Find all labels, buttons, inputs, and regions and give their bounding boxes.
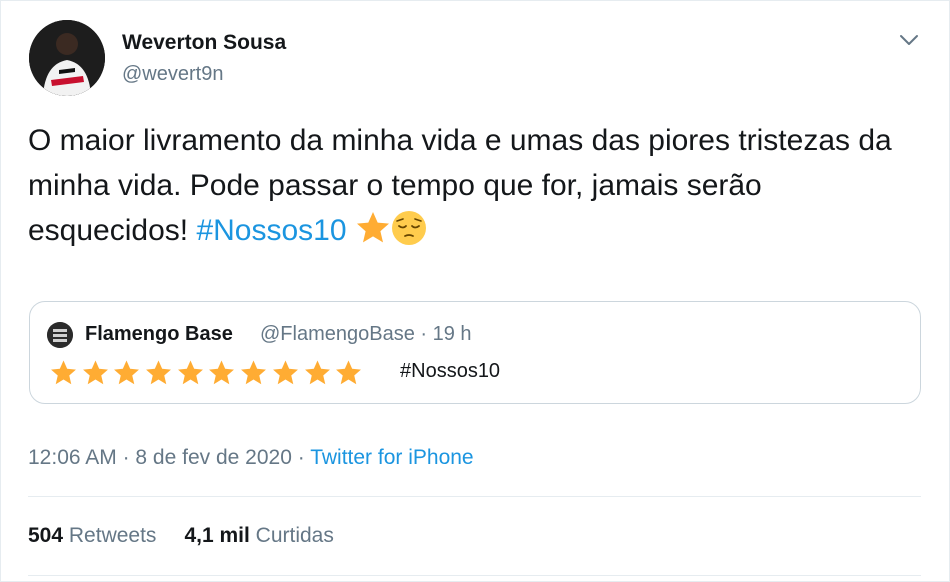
likes-label: Curtidas bbox=[255, 524, 334, 547]
quoted-tweet[interactable]: Flamengo Base @FlamengoBase · 19 h #Noss… bbox=[29, 301, 921, 404]
star-emoji-icon bbox=[355, 210, 391, 246]
chevron-down-icon[interactable] bbox=[896, 29, 922, 51]
tweet-meta: 12:06 AM · 8 de fev de 2020 · Twitter fo… bbox=[28, 446, 474, 470]
author-name[interactable]: Weverton Sousa bbox=[122, 31, 286, 55]
retweets-label: Retweets bbox=[68, 524, 157, 547]
star-emoji-icon bbox=[51, 360, 76, 385]
author-avatar[interactable] bbox=[29, 20, 105, 96]
pensive-face-emoji-icon bbox=[391, 210, 427, 246]
star-emoji-icon bbox=[177, 360, 203, 385]
tweet-card: Weverton Sousa @wevert9n O maior livrame… bbox=[0, 0, 950, 582]
quoted-hashtag: #Nossos10 bbox=[400, 360, 501, 382]
retweets-stat[interactable]: 504 Retweets bbox=[28, 524, 156, 547]
star-emoji-icon bbox=[272, 360, 298, 385]
tweet-date[interactable]: 8 de fev de 2020 bbox=[135, 446, 291, 469]
tweet-source-link[interactable]: Twitter for iPhone bbox=[310, 446, 473, 469]
star-emoji-icon bbox=[209, 360, 235, 385]
tweet-text: O maior livramento da minha vida e umas … bbox=[28, 118, 928, 253]
tweet-hashtag-link[interactable]: #Nossos10 bbox=[196, 214, 346, 247]
quoted-star-emojis bbox=[48, 359, 365, 387]
likes-count: 4,1 mil bbox=[184, 524, 250, 547]
star-emoji-icon bbox=[82, 360, 108, 385]
quoted-author-meta: @FlamengoBase · 19 h bbox=[260, 323, 472, 346]
star-emoji-icon bbox=[146, 360, 172, 385]
likes-stat[interactable]: 4,1 mil Curtidas bbox=[184, 524, 333, 547]
divider bbox=[28, 496, 921, 497]
quoted-author-avatar[interactable] bbox=[47, 322, 73, 348]
tweet-stats: 504 Retweets 4,1 mil Curtidas bbox=[28, 524, 362, 548]
quoted-author-name: Flamengo Base bbox=[85, 323, 233, 345]
divider bbox=[28, 575, 921, 576]
star-emoji-icon bbox=[304, 360, 330, 385]
star-emoji-icon bbox=[336, 360, 362, 385]
quoted-tweet-time: 19 h bbox=[432, 323, 472, 345]
tweet-time[interactable]: 12:06 AM bbox=[28, 446, 117, 469]
retweets-count: 504 bbox=[28, 524, 64, 547]
quoted-meta-separator: · bbox=[420, 323, 428, 345]
star-emoji-icon bbox=[114, 360, 140, 385]
star-emoji-icon bbox=[241, 360, 267, 385]
meta-separator: · bbox=[297, 446, 305, 469]
meta-separator: · bbox=[122, 446, 130, 469]
tweet-body-text: O maior livramento da minha vida e umas … bbox=[28, 124, 892, 247]
author-handle[interactable]: @wevert9n bbox=[122, 63, 223, 86]
quoted-author-handle: @FlamengoBase bbox=[260, 323, 415, 345]
